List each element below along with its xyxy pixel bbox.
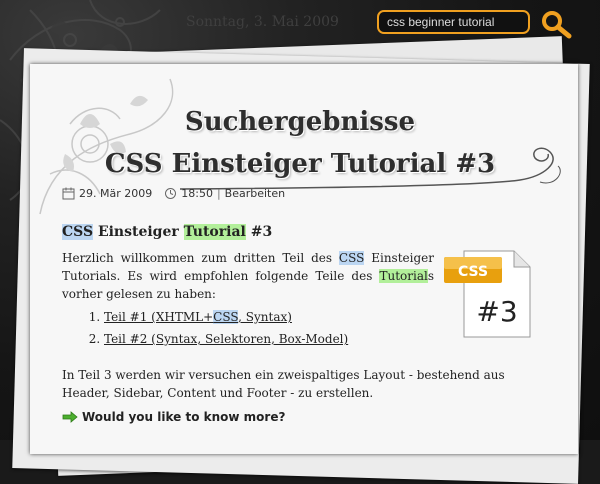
search-input[interactable]: css beginner tutorial bbox=[377, 10, 530, 34]
post-meta: 29. Mär 2009 18:50 | Bearbeiten bbox=[62, 187, 285, 200]
css-highlight: CSS bbox=[338, 251, 365, 265]
title-css-highlight: CSS bbox=[62, 224, 94, 240]
list-item: Teil #2 (Syntax, Selektoren, Box-Model) bbox=[104, 332, 348, 346]
svg-text:CSS: CSS bbox=[458, 264, 488, 280]
link-part-1[interactable]: Teil #1 (XHTML+CSS, Syntax) bbox=[104, 310, 292, 324]
intro-text: Herzlich willkommen zum dritten Teil des… bbox=[62, 249, 434, 303]
title-word: Einsteiger bbox=[97, 224, 179, 240]
title-tutorial-highlight: Tutorial bbox=[183, 224, 246, 240]
post-time: 18:50 bbox=[181, 187, 213, 200]
title-number: #3 bbox=[250, 224, 273, 240]
link-part-2[interactable]: Teil #2 (Syntax, Selektoren, Box-Model) bbox=[104, 332, 348, 346]
read-more-label: Would you like to know more? bbox=[82, 410, 286, 424]
article-paragraph: In Teil 3 werden wir versuchen ein zweis… bbox=[62, 368, 505, 400]
post-date: 29. Mär 2009 bbox=[79, 187, 153, 200]
css-file-icon: CSS #3 bbox=[444, 250, 531, 338]
arrow-right-icon bbox=[62, 411, 78, 423]
meta-separator: | bbox=[216, 187, 221, 200]
tutorial-highlight: Tutorial bbox=[379, 269, 428, 283]
tutorial-links: Teil #1 (XHTML+CSS, Syntax) Teil #2 (Syn… bbox=[84, 310, 348, 354]
article-title: CSS Einsteiger Tutorial #3 bbox=[104, 149, 496, 179]
read-more-link[interactable]: Would you like to know more? bbox=[62, 410, 285, 424]
page-heading: Suchergebnisse bbox=[184, 107, 416, 137]
current-date: Sonntag, 3. Mai 2009 bbox=[186, 14, 339, 30]
svg-text:#3: #3 bbox=[476, 295, 517, 328]
clock-icon bbox=[165, 188, 177, 199]
post-title[interactable]: CSS Einsteiger Tutorial #3 bbox=[62, 224, 272, 240]
edit-link[interactable]: Bearbeiten bbox=[225, 187, 285, 200]
calendar-icon bbox=[62, 187, 75, 200]
search-icon[interactable] bbox=[539, 9, 573, 39]
list-item: Teil #1 (XHTML+CSS, Syntax) bbox=[104, 310, 348, 324]
intro-text-part: Herzlich willkommen zum dritten Teil des bbox=[62, 251, 339, 265]
